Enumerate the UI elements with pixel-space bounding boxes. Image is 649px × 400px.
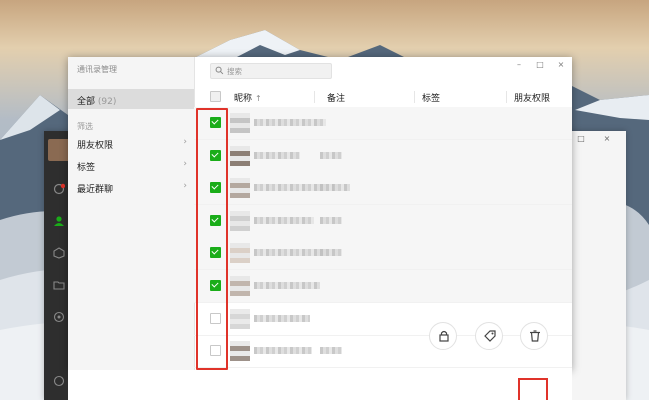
contact-avatar (230, 308, 250, 329)
contact-avatar (230, 341, 250, 362)
search-placeholder: 搜索 (227, 67, 242, 76)
table-row[interactable] (194, 204, 572, 238)
contact-nickname (254, 119, 326, 126)
lock-icon (439, 330, 449, 342)
minimize-button[interactable]: – (514, 60, 524, 69)
table-row[interactable] (194, 303, 572, 336)
filter-pane: 通讯录管理 全部 (92) 筛选 朋友权限 › 标签 › 最近群聊 › (68, 57, 195, 370)
column-nickname[interactable]: 昵称 ↑ (234, 91, 262, 104)
nav-item-recent-groups[interactable]: 最近群聊 › (68, 178, 194, 196)
contact-avatar (230, 243, 250, 264)
nav-item-all[interactable]: 全部 (92) (68, 89, 194, 109)
chat-icon[interactable] (53, 183, 65, 195)
moments-icon[interactable] (53, 311, 65, 323)
nav-item-tags[interactable]: 标签 › (68, 156, 194, 174)
chevron-right-icon: › (183, 181, 187, 191)
nav-all-label: 全部 (77, 97, 96, 107)
nav-item-label: 朋友权限 (77, 141, 114, 151)
column-remark[interactable]: 备注 (327, 91, 345, 104)
table-header: 昵称 ↑ 备注 标签 朋友权限 (194, 87, 572, 108)
contact-remark (320, 184, 350, 192)
search-input[interactable]: 搜索 (210, 63, 332, 79)
contact-nickname (254, 314, 310, 322)
close-button[interactable]: × (556, 60, 566, 69)
column-permission[interactable]: 朋友权限 (514, 91, 550, 104)
contact-nickname (254, 282, 320, 289)
table-row[interactable] (194, 172, 572, 206)
user-avatar[interactable] (48, 139, 70, 161)
filter-heading: 筛选 (77, 122, 93, 131)
tag-button[interactable] (475, 322, 503, 350)
search-icon (215, 66, 224, 75)
contact-nickname (254, 347, 312, 355)
window-title: 通讯录管理 (77, 65, 117, 74)
contacts-icon[interactable] (53, 215, 65, 227)
nav-item-permissions[interactable]: 朋友权限 › (68, 134, 194, 152)
action-bar (68, 370, 572, 400)
contact-remark (320, 347, 342, 355)
contact-remark (320, 151, 342, 159)
maximize-button[interactable]: □ (535, 60, 545, 69)
sort-ascending-icon: ↑ (255, 94, 262, 103)
table-row[interactable] (194, 237, 572, 271)
contact-nickname (254, 151, 300, 159)
column-tags[interactable]: 标签 (422, 91, 440, 104)
select-all-checkbox[interactable] (210, 91, 221, 102)
delete-highlight-annotation (518, 378, 548, 400)
table-row[interactable] (194, 107, 572, 140)
folder-icon[interactable] (53, 279, 65, 291)
contact-avatar (230, 113, 250, 133)
nav-item-label: 标签 (77, 163, 96, 173)
trash-icon (530, 330, 540, 342)
bg-maximize-button[interactable]: □ (576, 134, 586, 143)
contact-avatar (230, 145, 250, 166)
table-row[interactable] (194, 335, 572, 369)
contact-remark (320, 216, 342, 224)
settings-icon[interactable] (53, 375, 65, 387)
contact-avatar (230, 210, 250, 231)
nav-all-count: (92) (97, 97, 117, 107)
tag-icon (484, 330, 496, 342)
nav-item-label: 最近群聊 (77, 185, 114, 195)
contact-nickname (254, 216, 314, 224)
permission-button[interactable] (429, 322, 457, 350)
chevron-right-icon: › (183, 137, 187, 147)
contact-avatar (230, 178, 250, 199)
contact-remark (320, 249, 342, 257)
contacts-manager-window: 通讯录管理 全部 (92) 筛选 朋友权限 › 标签 › 最近群聊 › 搜索 –… (68, 57, 572, 370)
checkbox-highlight-annotation (196, 108, 228, 370)
table-row[interactable] (194, 270, 572, 303)
delete-button[interactable] (520, 322, 548, 350)
chevron-right-icon: › (183, 159, 187, 169)
bg-close-button[interactable]: × (602, 134, 612, 143)
favorites-icon[interactable] (53, 247, 65, 259)
contact-avatar (230, 276, 250, 296)
table-row[interactable] (194, 139, 572, 173)
